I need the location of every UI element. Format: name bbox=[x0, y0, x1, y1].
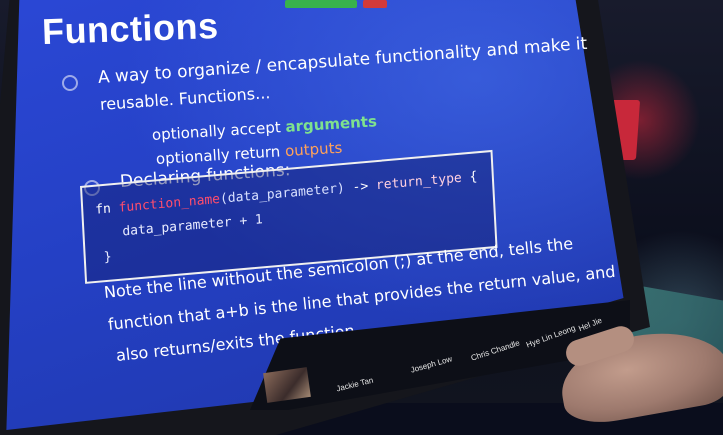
bullet-circle-icon bbox=[62, 75, 78, 91]
stop-share-button[interactable] bbox=[363, 0, 387, 8]
participant-video-thumbnail bbox=[263, 367, 311, 403]
outputs-highlight: outputs bbox=[284, 138, 343, 161]
recording-indicator bbox=[285, 0, 357, 8]
params: (data_parameter) bbox=[219, 180, 346, 207]
code-line-2: data_parameter + 1 bbox=[122, 212, 264, 240]
slide-title: Functions bbox=[41, 4, 220, 53]
code-line-3: } bbox=[103, 249, 112, 266]
arrow: -> bbox=[344, 178, 377, 196]
open-brace: { bbox=[461, 169, 478, 186]
function-name: function_name bbox=[118, 191, 221, 216]
fn-keyword: fn bbox=[94, 200, 120, 218]
return-type: return_type bbox=[375, 170, 463, 194]
meeting-status-badges bbox=[285, 0, 387, 8]
